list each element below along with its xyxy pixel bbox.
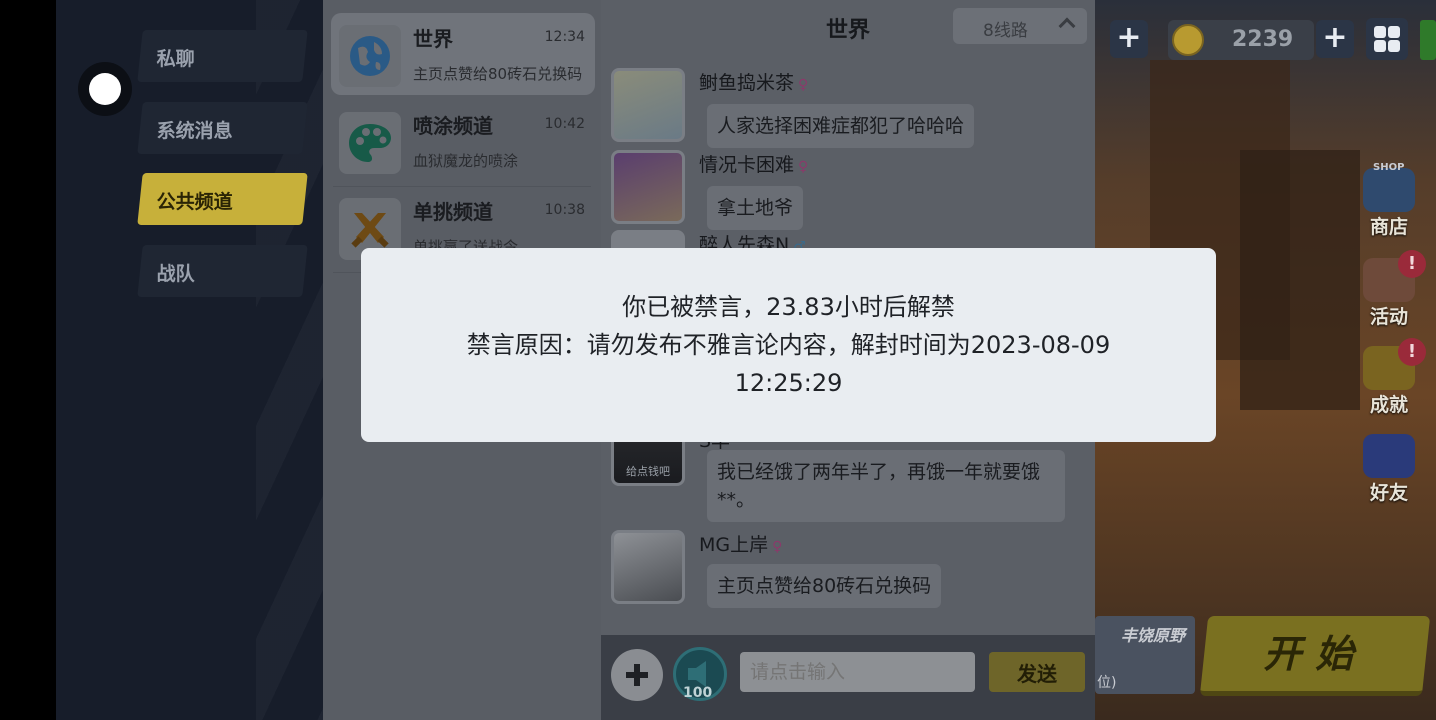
- grid-icon: [1374, 40, 1386, 52]
- game-mode-card[interactable]: 丰饶原野 位): [1095, 616, 1195, 694]
- channel-preview: 主页点赞给80砖石兑换码: [413, 65, 583, 83]
- send-button[interactable]: 发送: [989, 652, 1085, 692]
- message-bubble: 人家选择困难症都犯了哈哈哈: [707, 104, 975, 148]
- female-icon: ♀: [798, 77, 809, 93]
- nav-item-public-channel[interactable]: 公共频道: [137, 173, 308, 225]
- mute-reason-text: 禁言原因：请勿发布不雅言论内容，解封时间为2023-08-09: [466, 331, 1111, 359]
- message-bubble: 我已经饿了两年半了，再饿一年就要饿**。: [707, 450, 1065, 522]
- grid-icon: [1374, 26, 1386, 38]
- sender-name: 醉人先森N ♂: [699, 230, 806, 248]
- battery-indicator: [1420, 20, 1436, 60]
- chevron-up-icon: [1058, 17, 1076, 35]
- add-attachment-button[interactable]: [611, 649, 663, 701]
- avatar[interactable]: [611, 230, 685, 248]
- notification-badge: !: [1398, 338, 1426, 366]
- female-icon: ♀: [798, 159, 809, 175]
- channel-time: 12:34: [544, 29, 585, 45]
- add-button[interactable]: +: [1110, 20, 1148, 58]
- chat-input[interactable]: [740, 652, 975, 692]
- events-button[interactable]: 活动 !: [1356, 250, 1426, 329]
- avatar-caption: 给点钱吧: [626, 465, 670, 478]
- game-chat-screen: 私聊 系统消息 公共频道 战队 世界 12:34 主页点赞给80砖石兑换码 喷涂…: [0, 0, 1436, 720]
- globe-icon: [339, 25, 401, 87]
- mute-duration-text: 你已被禁言，23.83小时后解禁: [622, 293, 955, 321]
- avatar[interactable]: [611, 530, 685, 604]
- nav-item-team[interactable]: 战队: [137, 245, 308, 297]
- unmute-time-text: 12:25:29: [734, 369, 843, 397]
- game-mode-name: 丰饶原野: [1121, 626, 1186, 645]
- route-selector[interactable]: 8线路: [953, 8, 1087, 44]
- coin-balance: 2239: [1168, 20, 1314, 60]
- friends-button[interactable]: 好友: [1356, 434, 1422, 505]
- chat-message: 醉人先森N ♂: [611, 230, 1081, 248]
- male-icon: ♂: [793, 239, 806, 248]
- game-mode-subtitle: 位): [1097, 675, 1117, 691]
- channel-item-spray[interactable]: 喷涂频道 10:42 血狱魔龙的喷涂: [331, 100, 595, 182]
- chat-input-bar: 100 发送: [601, 635, 1095, 720]
- sender-name-text: 醉人先森N: [699, 234, 790, 248]
- nav-item-label: 系统消息: [156, 120, 233, 142]
- palette-icon: [339, 112, 401, 174]
- loudspeaker-count: 100: [683, 685, 713, 701]
- sender-name: 情况卡困难 ♀: [699, 150, 808, 177]
- menu-grid-button[interactable]: [1366, 18, 1408, 60]
- background-building: [1240, 150, 1360, 410]
- nav-item-label: 公共频道: [156, 191, 233, 213]
- sender-name: 鲥鱼捣米茶 ♀: [699, 68, 808, 95]
- friends-icon: [1363, 434, 1415, 478]
- mute-notice-dialog: 你已被禁言，23.83小时后解禁 禁言原因：请勿发布不雅言论内容，解封时间为20…: [361, 248, 1216, 442]
- add-coins-button[interactable]: +: [1316, 20, 1354, 58]
- channel-name: 喷涂频道: [413, 114, 493, 138]
- floating-assist-button[interactable]: [78, 62, 132, 116]
- nav-item-label: 私聊: [156, 48, 195, 70]
- route-label: 8线路: [983, 21, 1028, 41]
- nav-item-system-messages[interactable]: 系统消息: [137, 102, 308, 154]
- grid-icon: [1388, 26, 1400, 38]
- sender-name-text: 情况卡困难: [699, 154, 795, 176]
- message-bubble: 主页点赞给80砖石兑换码: [707, 564, 942, 608]
- achievements-label: 成就: [1369, 394, 1408, 416]
- shop-label: 商店: [1369, 216, 1408, 238]
- mute-notice-text: 你已被禁言，23.83小时后解禁 禁言原因：请勿发布不雅言论内容，解封时间为20…: [361, 288, 1216, 402]
- female-icon: ♀: [772, 539, 783, 555]
- friends-label: 好友: [1369, 482, 1408, 504]
- nav-item-private-chat[interactable]: 私聊: [137, 30, 308, 82]
- plus-icon: [626, 664, 648, 686]
- avatar[interactable]: [611, 68, 685, 142]
- message-bubble: 拿土地爷: [707, 186, 804, 230]
- start-label: 开始: [1263, 632, 1368, 676]
- achievements-button[interactable]: 成就 !: [1356, 338, 1426, 417]
- channel-time: 10:38: [544, 202, 585, 218]
- left-edge: [0, 0, 56, 720]
- coin-value: 2239: [1232, 27, 1294, 52]
- sender-name-text: MG上岸: [699, 534, 769, 556]
- channel-item-world[interactable]: 世界 12:34 主页点赞给80砖石兑换码: [331, 13, 595, 95]
- nav-item-label: 战队: [156, 263, 195, 285]
- channel-name: 世界: [413, 27, 453, 51]
- shop-button[interactable]: SHOP 商店: [1356, 162, 1422, 239]
- shop-icon: SHOP: [1363, 162, 1415, 212]
- shop-sign: SHOP: [1373, 162, 1405, 173]
- channel-time: 10:42: [544, 116, 585, 132]
- grid-icon: [1388, 40, 1400, 52]
- coin-icon: [1172, 24, 1204, 56]
- channel-preview: 血狱魔龙的喷涂: [413, 152, 519, 170]
- notification-badge: !: [1398, 250, 1426, 278]
- avatar[interactable]: [611, 150, 685, 224]
- channel-name: 单挑频道: [413, 200, 493, 224]
- events-label: 活动: [1369, 306, 1408, 328]
- sender-name: MG上岸 ♀: [699, 530, 782, 557]
- sender-name-text: 鲥鱼捣米茶: [699, 72, 795, 94]
- start-button[interactable]: 开始: [1199, 616, 1431, 696]
